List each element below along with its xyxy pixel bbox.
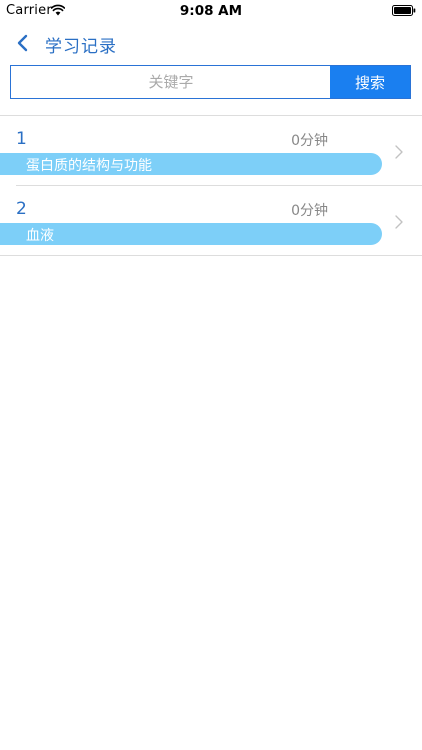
chevron-right-icon xyxy=(395,215,403,229)
battery-icon xyxy=(392,5,416,16)
status-time: 9:08 AM xyxy=(179,3,243,19)
record-duration: 0分钟 xyxy=(291,133,328,149)
search-button[interactable]: 搜索 xyxy=(330,66,410,98)
back-chevron-icon[interactable] xyxy=(12,32,34,54)
record-duration: 0分钟 xyxy=(291,203,328,219)
record-list: 1 0分钟 蛋白质的结构与功能 2 0分钟 血液 xyxy=(0,115,422,256)
record-title: 血液 xyxy=(26,228,54,244)
status-bar: Carrier 9:08 AM xyxy=(0,0,422,22)
record-title: 蛋白质的结构与功能 xyxy=(26,158,152,174)
page-title: 学习记录 xyxy=(45,37,117,57)
record-number: 2 xyxy=(16,199,27,219)
record-number: 1 xyxy=(16,129,27,149)
chevron-right-icon xyxy=(395,145,403,159)
record-title-pill: 血液 xyxy=(0,223,382,245)
record-title-pill: 蛋白质的结构与功能 xyxy=(0,153,382,175)
record-item[interactable]: 1 0分钟 蛋白质的结构与功能 xyxy=(0,116,422,186)
search-bar: 搜索 xyxy=(10,65,411,99)
nav-bar: 学习记录 xyxy=(0,22,422,64)
list-divider xyxy=(0,255,422,256)
search-input[interactable] xyxy=(11,66,331,98)
record-item[interactable]: 2 0分钟 血液 xyxy=(0,186,422,256)
